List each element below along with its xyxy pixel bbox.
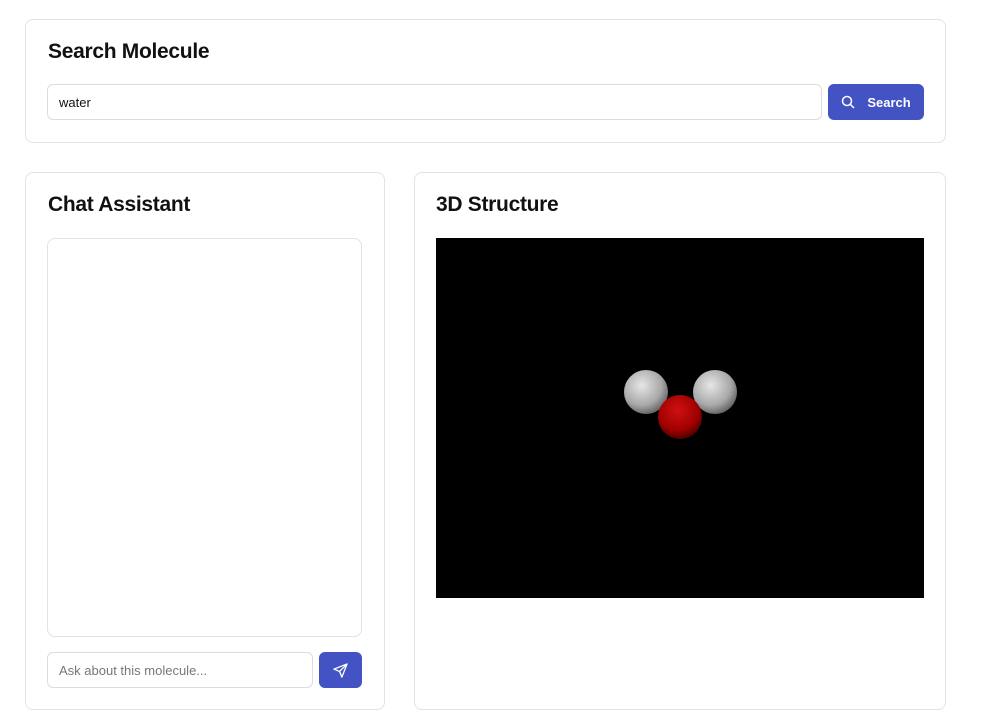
search-card: Search Molecule water Search (25, 19, 946, 143)
chat-messages[interactable] (47, 238, 362, 637)
send-icon (333, 662, 348, 678)
chat-title: Chat Assistant (48, 193, 191, 216)
chat-card: Chat Assistant Ask about this molecule..… (25, 172, 385, 710)
chat-input[interactable]: Ask about this molecule... (47, 652, 313, 688)
oxygen-atom (658, 395, 702, 439)
molecule-viewer[interactable] (436, 238, 924, 598)
search-title: Search Molecule (48, 40, 210, 63)
search-icon (842, 95, 855, 109)
send-button[interactable] (319, 652, 362, 688)
search-button[interactable]: Search (828, 84, 924, 120)
structure-card: 3D Structure (414, 172, 946, 710)
search-input[interactable]: water (47, 84, 822, 120)
search-button-label: Search (867, 94, 911, 110)
structure-title: 3D Structure (436, 193, 559, 216)
